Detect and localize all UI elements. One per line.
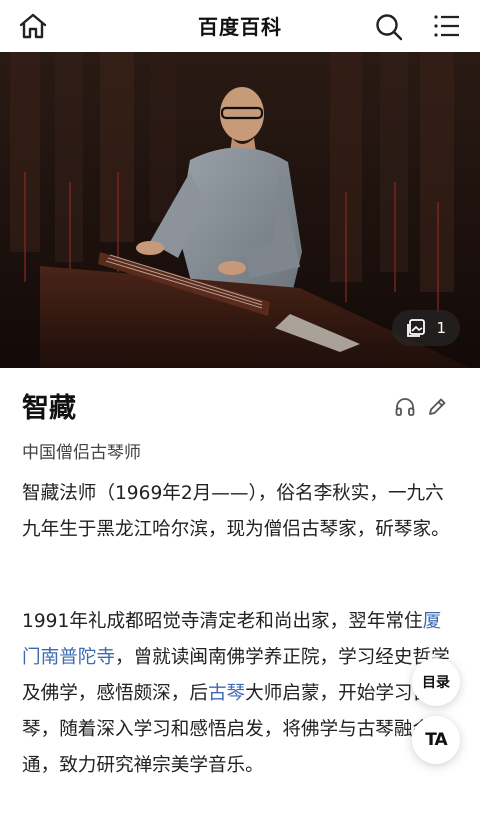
headphones-icon[interactable] (394, 396, 416, 418)
entry-subtitle: 中国僧侣古琴师 (22, 443, 141, 463)
hero-photo[interactable]: 1 (0, 52, 480, 368)
site-title[interactable]: 百度百科 (0, 11, 480, 40)
intro-paragraph: 智藏法师（1969年2月——），俗名李秋实，一九六九年生于黑龙江哈尔滨，现为僧侣… (22, 483, 450, 540)
gallery-icon (407, 319, 426, 337)
search-icon[interactable] (374, 12, 404, 42)
photo-count-badge[interactable]: 1 (392, 310, 460, 346)
entry-title: 智藏 (22, 393, 76, 424)
ta-button[interactable]: TA (412, 716, 460, 764)
biography-paragraph: 1991年礼成都昭觉寺清定老和尚出家，翌年常住厦门南普陀寺，曾就读闽南佛学养正院… (22, 604, 458, 784)
link-guqin[interactable]: 古琴 (208, 683, 245, 704)
paragraph-text: 1991年礼成都昭觉寺清定老和尚出家，翌年常住 (22, 611, 423, 632)
table-of-contents-button[interactable]: 目录 (412, 658, 460, 706)
photo-count: 1 (436, 319, 446, 337)
top-bar: 百度百科 (0, 0, 480, 52)
menu-icon[interactable] (432, 13, 462, 39)
edit-icon[interactable] (426, 396, 448, 418)
